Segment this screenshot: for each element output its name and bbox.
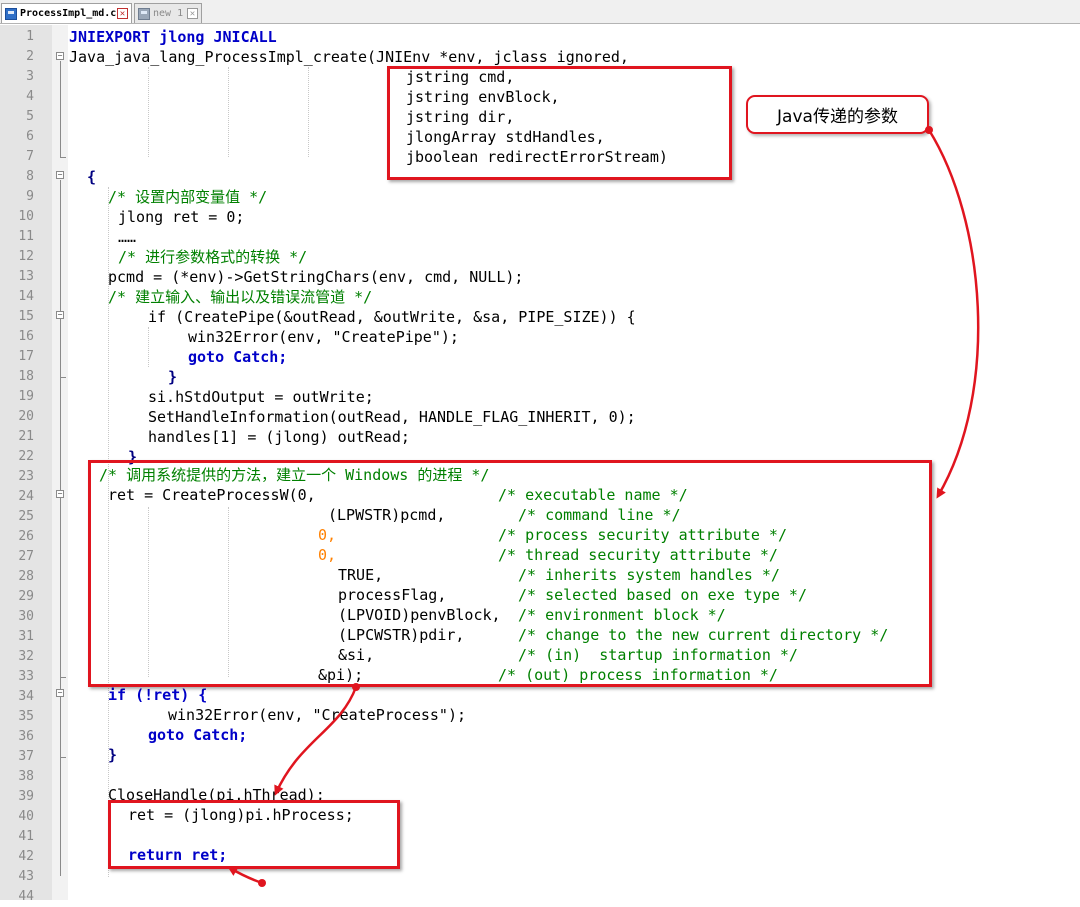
annotation-arrows — [227, 126, 980, 887]
arrow-to-create-process — [927, 129, 980, 499]
arrow-to-return — [274, 686, 358, 796]
arrow-to-return-box — [227, 866, 263, 885]
